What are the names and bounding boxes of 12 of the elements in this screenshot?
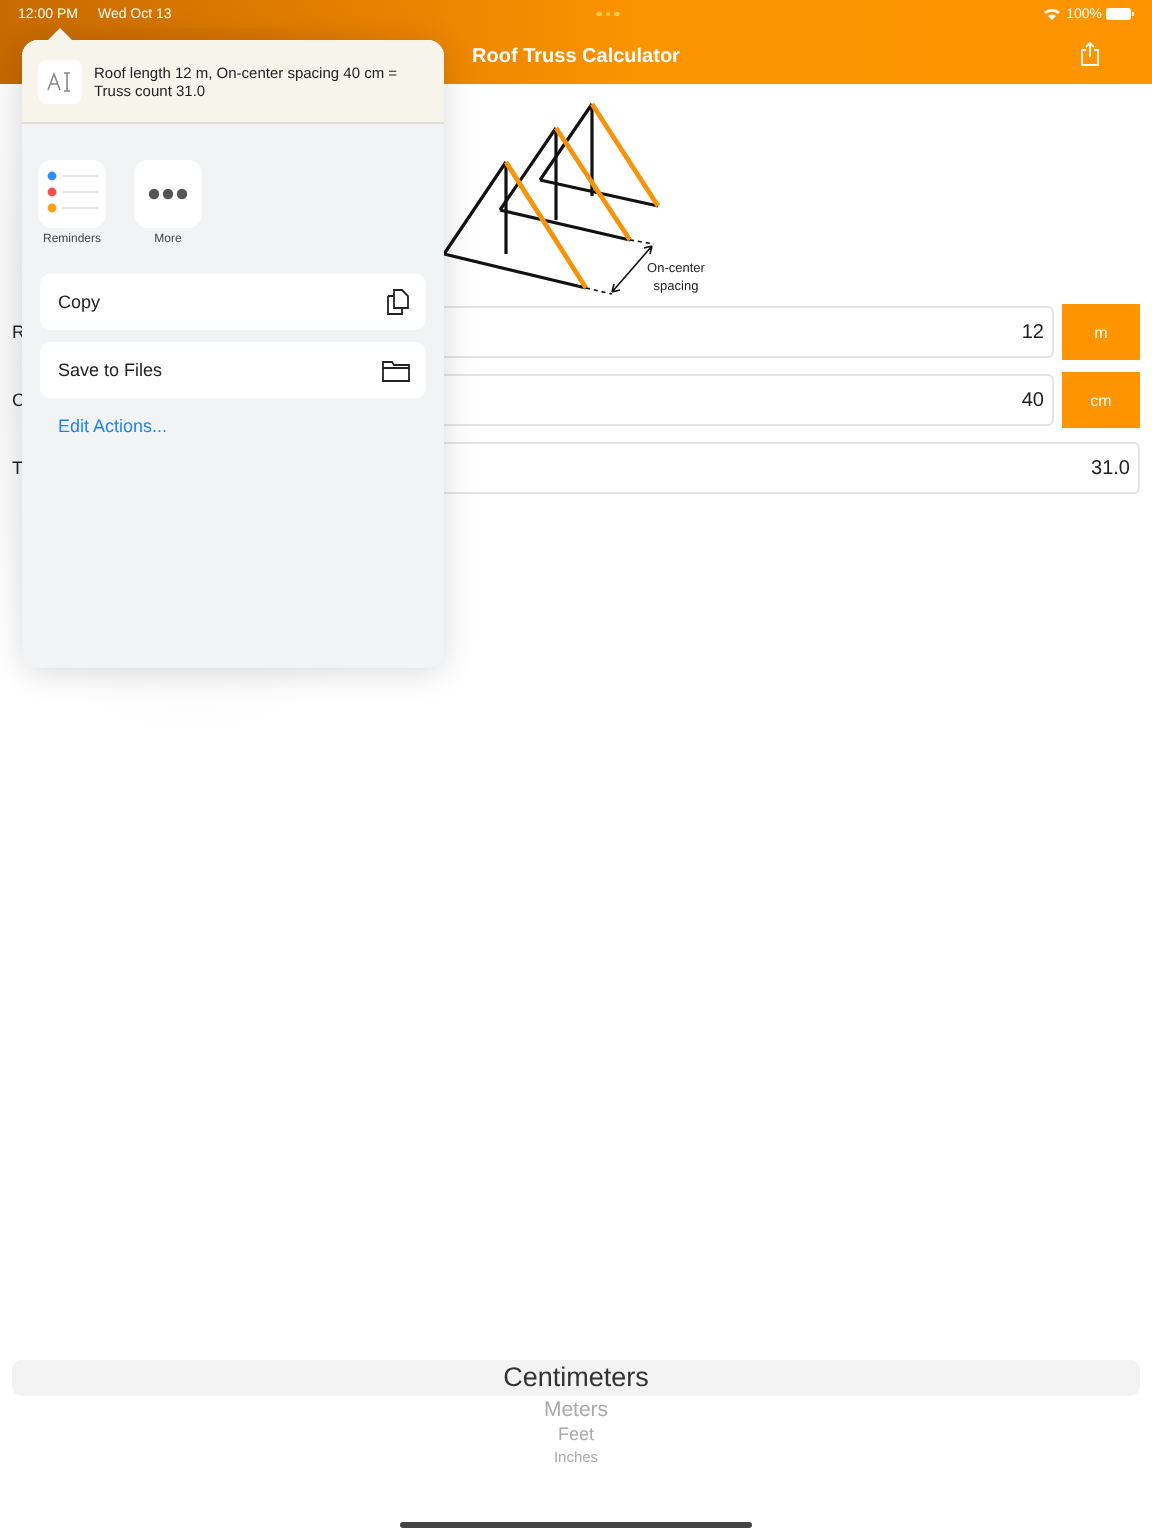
picker-option[interactable]: Centimeters (12, 1360, 1140, 1396)
folder-icon (382, 359, 410, 381)
save-to-files-button[interactable]: Save to Files (40, 342, 426, 398)
field-label: T (12, 458, 25, 478)
text-icon (38, 59, 82, 103)
copy-button[interactable]: Copy (40, 274, 426, 330)
wifi-icon (1044, 8, 1061, 20)
screen-title: Roof Truss Calculator (472, 45, 680, 67)
multitasking-dots-icon[interactable] (596, 11, 620, 17)
copy-icon (386, 288, 410, 316)
share-icon[interactable] (1080, 42, 1100, 66)
battery-icon (1106, 8, 1134, 20)
